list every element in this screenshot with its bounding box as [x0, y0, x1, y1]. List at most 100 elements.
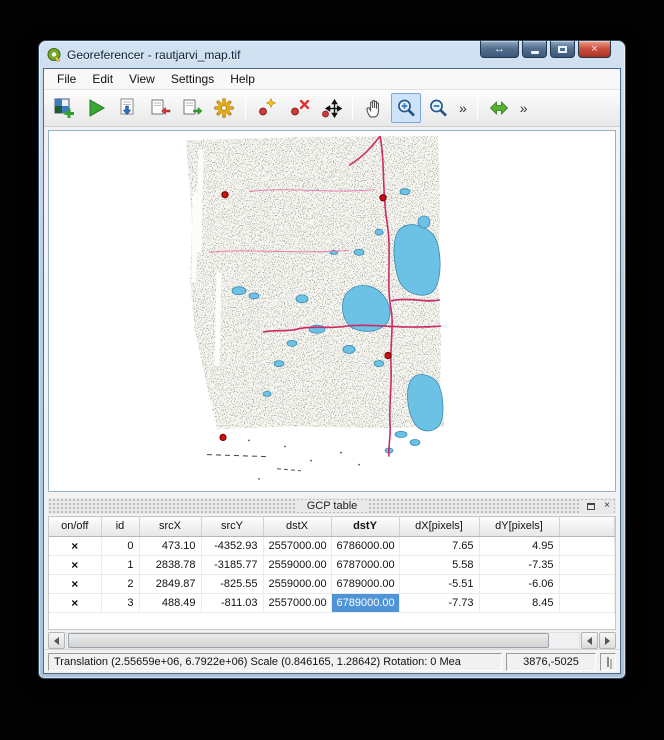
sparse-bottom-marks — [207, 440, 360, 480]
cell-srcY[interactable]: -4352.93 — [201, 536, 263, 555]
gcp-dock-titlebar[interactable]: GCP table × — [48, 498, 616, 514]
col-header-srcY[interactable]: srcY — [201, 517, 263, 536]
status-bar: Translation (2.55659e+06, 6.7922e+06) Sc… — [44, 649, 620, 673]
gcp-table-horizontal-scrollbar[interactable] — [48, 632, 616, 649]
arrow-left-icon — [587, 637, 592, 645]
col-header-dstY[interactable]: dstY — [331, 517, 399, 536]
zoom-out-button[interactable] — [423, 93, 453, 123]
dock-close-button[interactable]: × — [600, 500, 614, 513]
delete-point-icon — [288, 97, 310, 119]
window-maximize-button[interactable] — [550, 41, 575, 58]
cell-dstX[interactable]: 2559000.00 — [263, 574, 331, 593]
table-row-1: × 1 2838.78 -3185.77 2559000.00 6787000.… — [49, 555, 615, 574]
cell-dX[interactable]: 7.65 — [399, 536, 479, 555]
gcp-enabled-checkbox[interactable]: × — [49, 574, 101, 593]
gcp-marker-2[interactable] — [385, 352, 391, 358]
gcp-marker-0[interactable] — [222, 192, 228, 198]
pan-button[interactable] — [359, 93, 389, 123]
window-resize-button[interactable]: ↔ — [480, 41, 519, 58]
scroll-right-button[interactable] — [599, 632, 616, 649]
cell-dstX[interactable]: 2557000.00 — [263, 593, 331, 612]
menu-file[interactable]: File — [49, 70, 84, 88]
size-grip[interactable] — [600, 653, 616, 671]
cell-dY[interactable]: 4.95 — [479, 536, 559, 555]
col-header-srcX[interactable]: srcX — [139, 517, 201, 536]
cell-dX[interactable]: -5.51 — [399, 574, 479, 593]
cell-filler — [559, 574, 615, 593]
generate-gdal-script-button[interactable] — [113, 93, 143, 123]
cell-dstY[interactable]: 6789000.00 — [331, 574, 399, 593]
window-title: Georeferencer - rautjarvi_map.tif — [67, 48, 240, 62]
add-point-button[interactable] — [252, 93, 282, 123]
cell-dY[interactable]: -7.35 — [479, 555, 559, 574]
zoom-in-icon — [395, 97, 417, 119]
cell-dstY[interactable]: 6787000.00 — [331, 555, 399, 574]
window-close-button[interactable]: × — [578, 41, 611, 58]
title-bar[interactable]: Georeferencer - rautjarvi_map.tif ↔ × — [43, 41, 621, 68]
col-header-id[interactable]: id — [101, 517, 139, 536]
gcp-marker-3[interactable] — [220, 434, 226, 440]
scrollbar-thumb[interactable] — [68, 633, 549, 648]
gcp-enabled-checkbox[interactable]: × — [49, 593, 101, 612]
cell-dstY-selected[interactable]: 6789000.00 — [331, 593, 399, 612]
gcp-marker-1[interactable] — [380, 195, 386, 201]
grip-icon — [607, 657, 609, 667]
transformation-settings-button[interactable] — [209, 93, 239, 123]
gcp-enabled-checkbox[interactable]: × — [49, 555, 101, 574]
pan-hand-icon — [363, 97, 385, 119]
cell-srcY[interactable]: -825.55 — [201, 574, 263, 593]
zoom-in-button[interactable] — [391, 93, 421, 123]
menu-edit[interactable]: Edit — [84, 70, 121, 88]
scroll-left-button-secondary[interactable] — [581, 632, 598, 649]
cell-srcX[interactable]: 2849.87 — [139, 574, 201, 593]
cell-dX[interactable]: -7.73 — [399, 593, 479, 612]
cell-id[interactable]: 1 — [101, 555, 139, 574]
histogram-stretch-icon — [488, 97, 510, 119]
delete-point-button[interactable] — [284, 93, 314, 123]
toolbar-extension-button[interactable]: » — [455, 100, 471, 116]
move-point-button[interactable] — [316, 93, 346, 123]
cell-id[interactable]: 3 — [101, 593, 139, 612]
histogram-stretch-button[interactable] — [484, 93, 514, 123]
cell-id[interactable]: 0 — [101, 536, 139, 555]
cell-srcX[interactable]: 488.49 — [139, 593, 201, 612]
cell-dY[interactable]: 8.45 — [479, 593, 559, 612]
scrollbar-track[interactable] — [66, 632, 580, 649]
cell-dstX[interactable]: 2559000.00 — [263, 555, 331, 574]
toolbar-separator — [477, 96, 478, 120]
menu-settings[interactable]: Settings — [163, 70, 222, 88]
table-row-0: × 0 473.10 -4352.93 2557000.00 6786000.0… — [49, 536, 615, 555]
cell-dstX[interactable]: 2557000.00 — [263, 536, 331, 555]
float-icon — [587, 503, 595, 510]
save-gcp-icon — [181, 97, 203, 119]
open-raster-button[interactable] — [49, 93, 79, 123]
menu-view[interactable]: View — [121, 70, 163, 88]
map-canvas[interactable] — [48, 130, 616, 492]
start-georeferencing-button[interactable] — [81, 93, 111, 123]
window-minimize-button[interactable] — [522, 41, 547, 58]
window-client-area: File Edit View Settings Help — [43, 68, 621, 674]
cell-dX[interactable]: 5.58 — [399, 555, 479, 574]
col-header-dstX[interactable]: dstX — [263, 517, 331, 536]
gcp-table-panel: on/off id srcX srcY dstX dstY dX[pixels]… — [48, 516, 616, 630]
scroll-left-button[interactable] — [48, 632, 65, 649]
cell-srcX[interactable]: 2838.78 — [139, 555, 201, 574]
menu-help[interactable]: Help — [222, 70, 263, 88]
toolbar-extension-button-2[interactable]: » — [516, 100, 532, 116]
cell-srcX[interactable]: 473.10 — [139, 536, 201, 555]
col-header-on-off[interactable]: on/off — [49, 517, 101, 536]
load-gcp-points-button[interactable] — [145, 93, 175, 123]
cell-srcY[interactable]: -3185.77 — [201, 555, 263, 574]
save-gcp-points-button[interactable] — [177, 93, 207, 123]
arrow-right-icon — [605, 637, 610, 645]
col-header-dY[interactable]: dY[pixels] — [479, 517, 559, 536]
toolbar-separator — [245, 96, 246, 120]
cell-id[interactable]: 2 — [101, 574, 139, 593]
cell-dY[interactable]: -6.06 — [479, 574, 559, 593]
cell-dstY[interactable]: 6786000.00 — [331, 536, 399, 555]
dock-float-button[interactable] — [584, 500, 598, 513]
gcp-enabled-checkbox[interactable]: × — [49, 536, 101, 555]
arrow-left-icon — [54, 637, 59, 645]
cell-srcY[interactable]: -811.03 — [201, 593, 263, 612]
col-header-dX[interactable]: dX[pixels] — [399, 517, 479, 536]
